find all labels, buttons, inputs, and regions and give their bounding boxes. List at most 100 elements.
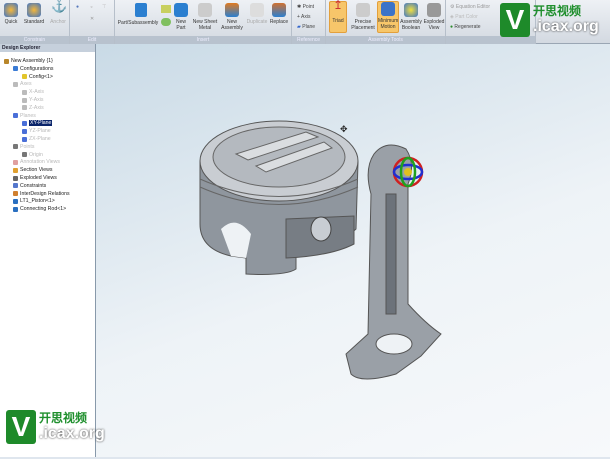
tree-node-icon: [22, 128, 27, 134]
group-constrain: Quick Standard ⚓ Anchor Constrain: [0, 0, 70, 44]
tree-node-icon: [13, 183, 18, 189]
edit-icon-2[interactable]: ◒: [90, 4, 93, 10]
tree-node-icon: [22, 97, 27, 103]
watermark-logo: V: [500, 3, 530, 37]
tree-node-label: YZ-Plane: [29, 128, 51, 135]
replace-icon: [272, 3, 286, 17]
tree-node[interactable]: YZ-Plane: [22, 128, 51, 134]
new-part-button[interactable]: New Part: [173, 3, 189, 31]
plane-button[interactable]: ▰ Plane: [297, 24, 315, 30]
new-part-icon: [174, 3, 188, 17]
triad-button[interactable]: ↥ Triad: [329, 0, 347, 33]
minimum-motion-icon: [381, 2, 395, 16]
tree-node[interactable]: Points: [13, 144, 34, 150]
tree-node-icon: [22, 136, 27, 142]
tree-node-label: New Assembly {1}: [11, 58, 53, 64]
design-explorer-title: Design Explorer: [0, 44, 95, 52]
tree-node-icon: [13, 198, 18, 204]
anchor-button[interactable]: ⚓ Anchor: [48, 0, 68, 25]
tree-node-icon: [13, 81, 18, 87]
tree-node[interactable]: ZX-Plane: [22, 136, 51, 142]
duplicate-icon: [250, 3, 264, 17]
tree-node-icon: [22, 152, 27, 158]
edit-icon-1[interactable]: ●: [76, 4, 79, 10]
replace-button[interactable]: Replace: [269, 3, 289, 25]
insert-small-icon-2[interactable]: [161, 18, 171, 26]
group-edit: ● ◒ ⊤ ✕ Edit: [70, 0, 115, 44]
tree-node-icon: [22, 105, 27, 111]
anchor-icon: ⚓: [51, 0, 68, 13]
tree-node-label: XY-Plane: [29, 120, 53, 127]
exploded-view-button[interactable]: Exploded View: [423, 3, 445, 31]
tree-node[interactable]: Config<1>: [22, 74, 53, 80]
edit-icon-4[interactable]: ✕: [90, 16, 94, 22]
new-assembly-button[interactable]: New Assembly: [220, 3, 244, 31]
duplicate-button[interactable]: Duplicate: [246, 3, 268, 25]
tree-node-label: Constraints: [20, 182, 47, 189]
group-reference: ✱ Point + Axis ▰ Plane Reference: [292, 0, 326, 44]
tree-node-icon: [13, 66, 18, 72]
tree-node-icon: [13, 206, 18, 212]
tree-node[interactable]: XY-Plane: [22, 120, 53, 127]
tree-node-icon: [22, 120, 27, 126]
tree-node[interactable]: Y-Axis: [22, 97, 44, 103]
tree-node[interactable]: New Assembly {1}: [4, 58, 53, 64]
tree-node[interactable]: LT1_Piston<1>: [13, 198, 55, 204]
edit-icon-3[interactable]: ⊤: [102, 4, 106, 10]
tree-node[interactable]: X-Axis: [22, 89, 44, 95]
tree-node-icon: [13, 159, 18, 165]
connecting-rod-model[interactable]: [345, 144, 442, 380]
tree-node[interactable]: Annotation Views: [13, 159, 60, 165]
insert-small-icon-1[interactable]: [161, 5, 171, 13]
part-subassembly-icon: [135, 3, 147, 17]
triad-icon: ↥: [332, 0, 344, 12]
tree-node-icon: [13, 144, 18, 150]
tree-node-label: Axes: [20, 81, 32, 88]
tree-node[interactable]: InterDesign Relations: [13, 191, 70, 197]
standard-button[interactable]: Standard: [22, 3, 46, 25]
tree-node-label: Y-Axis: [29, 97, 44, 103]
model-canvas[interactable]: ✥: [96, 44, 610, 457]
tree-node-label: Section Views: [20, 167, 53, 174]
tree-node[interactable]: Configurations: [13, 66, 53, 72]
piston-model[interactable]: [199, 120, 359, 275]
watermark-top: V 开思视频 .icax.org: [500, 3, 599, 37]
tree-node[interactable]: Axes: [13, 81, 32, 87]
regenerate-button[interactable]: ● Regenerate: [450, 24, 481, 30]
tree-node-label: Connecting Rod<1>: [20, 206, 67, 213]
tree-node[interactable]: Section Views: [13, 167, 53, 173]
exploded-view-icon: [427, 3, 441, 17]
tree-node-icon: [13, 167, 18, 173]
new-sheet-metal-icon: [198, 3, 212, 17]
part-color-button[interactable]: ◈ Part Color: [450, 14, 478, 20]
tree-node[interactable]: Exploded Views: [13, 175, 57, 181]
tree-node-icon: [13, 175, 18, 181]
minimum-motion-button[interactable]: Minimum Motion: [377, 1, 399, 33]
axis-button[interactable]: + Axis: [297, 14, 311, 20]
tree-node-label: Planes: [20, 112, 36, 119]
assembly-boolean-button[interactable]: Assembly Boolean: [400, 3, 422, 31]
tree-node[interactable]: Origin: [22, 152, 43, 158]
tree-node-label: LT1_Piston<1>: [20, 198, 55, 205]
precise-placement-icon: [356, 3, 370, 17]
new-sheet-metal-button[interactable]: New Sheet Metal: [191, 3, 219, 31]
point-button[interactable]: ✱ Point: [297, 4, 314, 10]
tree-node-label: Annotation Views: [20, 159, 60, 166]
design-explorer-panel: Design Explorer New Assembly {1} Configur…: [0, 44, 96, 457]
tree-node[interactable]: Z-Axis: [22, 105, 44, 111]
watermark-logo: V: [6, 410, 36, 444]
group-assembly-tools: ↥ Triad Precise Placement Minimum Motion …: [326, 0, 446, 44]
tree-node[interactable]: Connecting Rod<1>: [13, 206, 66, 212]
part-subassembly-button[interactable]: Part/Subassembly: [116, 20, 160, 26]
tree-node[interactable]: Planes: [13, 113, 36, 119]
tree-node[interactable]: Constraints: [13, 183, 46, 189]
group-insert: Part/Subassembly New Part New Sheet Meta…: [115, 0, 292, 44]
quick-constrain-icon: [4, 3, 18, 17]
equation-editor-button[interactable]: ⚙ Equation Editor: [450, 4, 490, 10]
tree-node-label: X-Axis: [29, 89, 44, 96]
3d-viewport[interactable]: ✥: [96, 44, 610, 457]
precise-placement-button[interactable]: Precise Placement: [350, 3, 376, 31]
quick-button[interactable]: Quick: [3, 3, 19, 25]
standard-constrain-icon: [27, 3, 41, 17]
assembly-boolean-icon: [404, 3, 418, 17]
